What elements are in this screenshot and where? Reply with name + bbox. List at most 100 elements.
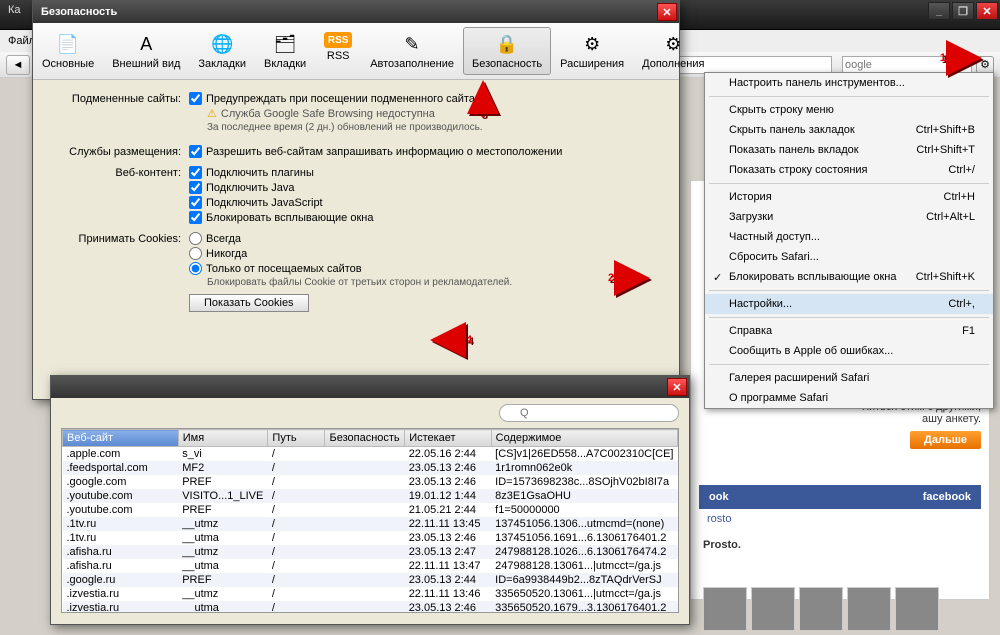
table-cell: / (268, 531, 325, 545)
maximize-button[interactable]: ❐ (952, 2, 974, 20)
menu-item[interactable]: О программе Safari (705, 388, 993, 408)
menu-item[interactable]: СправкаF1 (705, 321, 993, 341)
menu-item-label: Справка (729, 325, 772, 337)
table-cell (325, 601, 405, 613)
table-cell: MF2 (178, 461, 268, 475)
prefs-tab[interactable]: 📄Основные (33, 27, 103, 75)
table-header[interactable]: Содержимое (491, 430, 677, 447)
cookies-never-radio[interactable]: Никогда (189, 247, 663, 260)
cookies-titlebar[interactable]: ✕ (51, 376, 689, 398)
table-header[interactable]: Имя (178, 430, 268, 447)
menu-item[interactable]: Скрыть панель закладокCtrl+Shift+B (705, 120, 993, 140)
avatar[interactable] (703, 587, 747, 631)
close-button[interactable]: ✕ (976, 2, 998, 20)
plugins-text: Подключить плагины (206, 167, 314, 179)
menu-item[interactable]: Скрыть строку меню (705, 100, 993, 120)
table-cell (325, 531, 405, 545)
table-row[interactable]: .afisha.ru__utma/22.11.11 13:47247988128… (63, 559, 678, 573)
prefs-tab[interactable]: 🗂Вкладки (255, 27, 315, 75)
js-checkbox[interactable]: Подключить JavaScript (189, 196, 663, 209)
fraud-opt-text: Предупреждать при посещении подмененного… (206, 93, 475, 105)
cookie-search-input[interactable] (499, 404, 679, 422)
table-row[interactable]: .1tv.ru__utma/23.05.13 2:46137451056.169… (63, 531, 678, 545)
prefs-tab[interactable]: 🌐Закладки (189, 27, 255, 75)
avatar[interactable] (895, 587, 939, 631)
fraud-hint1: Служба Google Safe Browsing недоступна (221, 108, 435, 120)
table-cell (325, 559, 405, 573)
popup-checkbox[interactable]: Блокировать всплывающие окна (189, 211, 663, 224)
menu-item-label: Загрузки (729, 211, 773, 223)
plugins-checkbox[interactable]: Подключить плагины (189, 166, 663, 179)
avatar[interactable] (799, 587, 843, 631)
location-checkbox[interactable]: Разрешить веб-сайтам запрашивать информа… (189, 145, 663, 158)
table-row[interactable]: .youtube.comPREF/21.05.21 2:44f1=5000000… (63, 503, 678, 517)
avatar[interactable] (847, 587, 891, 631)
table-row[interactable]: .izvestia.ru__utma/23.05.13 2:4633565052… (63, 601, 678, 613)
table-row[interactable]: .google.ruPREF/23.05.13 2:44ID=6a9938449… (63, 573, 678, 587)
tab-icon: 🔒 (495, 32, 519, 56)
prefs-tab[interactable]: RSSRSS (315, 27, 361, 75)
fraud-checkbox[interactable]: Предупреждать при посещении подмененного… (189, 92, 663, 105)
table-row[interactable]: .1tv.ru__utmz/22.11.11 13:45137451056.13… (63, 517, 678, 531)
show-cookies-button[interactable]: Показать Cookies (189, 294, 309, 312)
table-row[interactable]: .google.comPREF/23.05.13 2:46ID=15736982… (63, 475, 678, 489)
fb-link[interactable]: rosto (699, 509, 981, 529)
prefs-tab[interactable]: AВнешний вид (103, 27, 189, 75)
menu-item[interactable]: Показать панель вкладокCtrl+Shift+T (705, 140, 993, 160)
menu-item-shortcut: Ctrl+, (948, 298, 975, 310)
prefs-tab[interactable]: ✎Автозаполнение (361, 27, 463, 75)
fb-logo: facebook (923, 491, 971, 503)
menu-item[interactable]: Настроить панель инструментов... (705, 73, 993, 93)
table-cell: .youtube.com (63, 489, 179, 503)
menu-item[interactable]: Настройки...Ctrl+, (705, 294, 993, 314)
tab-label: Закладки (198, 58, 246, 70)
table-cell: .izvestia.ru (63, 601, 179, 613)
table-cell: 22.05.16 2:44 (405, 447, 491, 462)
menu-item[interactable]: Показать строку состоянияCtrl+/ (705, 160, 993, 180)
menu-item[interactable]: Галерея расширений Safari (705, 368, 993, 388)
warning-icon: ⚠ (207, 108, 217, 120)
menu-item[interactable]: Блокировать всплывающие окнаCtrl+Shift+K (705, 267, 993, 287)
menu-item[interactable]: Частный доступ... (705, 227, 993, 247)
close-icon[interactable]: ✕ (657, 3, 677, 21)
table-cell: / (268, 587, 325, 601)
tab-icon: A (134, 32, 158, 56)
cookies-always-radio[interactable]: Всегда (189, 232, 663, 245)
table-row[interactable]: .youtube.comVISITO...1_LIVE/19.01.12 1:4… (63, 489, 678, 503)
menu-item[interactable]: ИсторияCtrl+H (705, 187, 993, 207)
back-button[interactable]: ◄ (6, 55, 30, 75)
table-header[interactable]: Истекает (405, 430, 491, 447)
java-checkbox[interactable]: Подключить Java (189, 181, 663, 194)
table-header[interactable]: Веб-сайт (63, 430, 179, 447)
label-webcontent: Веб-контент: (49, 166, 189, 179)
table-row[interactable]: .izvestia.ru__utmz/22.11.11 13:463356505… (63, 587, 678, 601)
callout-2: 2 (608, 260, 650, 296)
table-cell (325, 475, 405, 489)
table-row[interactable]: .apple.coms_vi/22.05.16 2:44[CS]v1|26ED5… (63, 447, 678, 462)
cookies-visited-radio[interactable]: Только от посещаемых сайтов (189, 262, 663, 275)
menu-item-label: Галерея расширений Safari (729, 372, 869, 384)
facebook-bar: ook facebook (699, 485, 981, 509)
prefs-titlebar[interactable]: Безопасность ✕ (33, 1, 679, 23)
prefs-tab[interactable]: ⚙Расширения (551, 27, 633, 75)
menu-item-label: Блокировать всплывающие окна (729, 271, 896, 283)
prefs-title-text: Безопасность (41, 6, 117, 18)
menu-item-label: Скрыть панель закладок (729, 124, 855, 136)
menu-item[interactable]: ЗагрузкиCtrl+Alt+L (705, 207, 993, 227)
table-cell: PREF (178, 503, 268, 517)
minimize-button[interactable]: _ (928, 2, 950, 20)
prefs-tab[interactable]: 🔒Безопасность (463, 27, 551, 75)
close-icon[interactable]: ✕ (667, 378, 687, 396)
table-cell: 23.05.13 2:46 (405, 475, 491, 489)
table-cell: ID=1573698238c...8SOjhV02bI8I7a (491, 475, 677, 489)
menu-item[interactable]: Сообщить в Apple об ошибках... (705, 341, 993, 361)
avatar[interactable] (751, 587, 795, 631)
table-header[interactable]: Путь (268, 430, 325, 447)
menu-item[interactable]: Сбросить Safari... (705, 247, 993, 267)
menu-file[interactable]: Файл (8, 35, 35, 47)
table-row[interactable]: .feedsportal.comMF2/23.05.13 2:461r1romn… (63, 461, 678, 475)
next-button[interactable]: Дальше (910, 431, 981, 449)
prefs-tab[interactable]: ⚙Дополнения (633, 27, 713, 75)
table-row[interactable]: .afisha.ru__utmz/23.05.13 2:47247988128.… (63, 545, 678, 559)
table-header[interactable]: Безопасность (325, 430, 405, 447)
